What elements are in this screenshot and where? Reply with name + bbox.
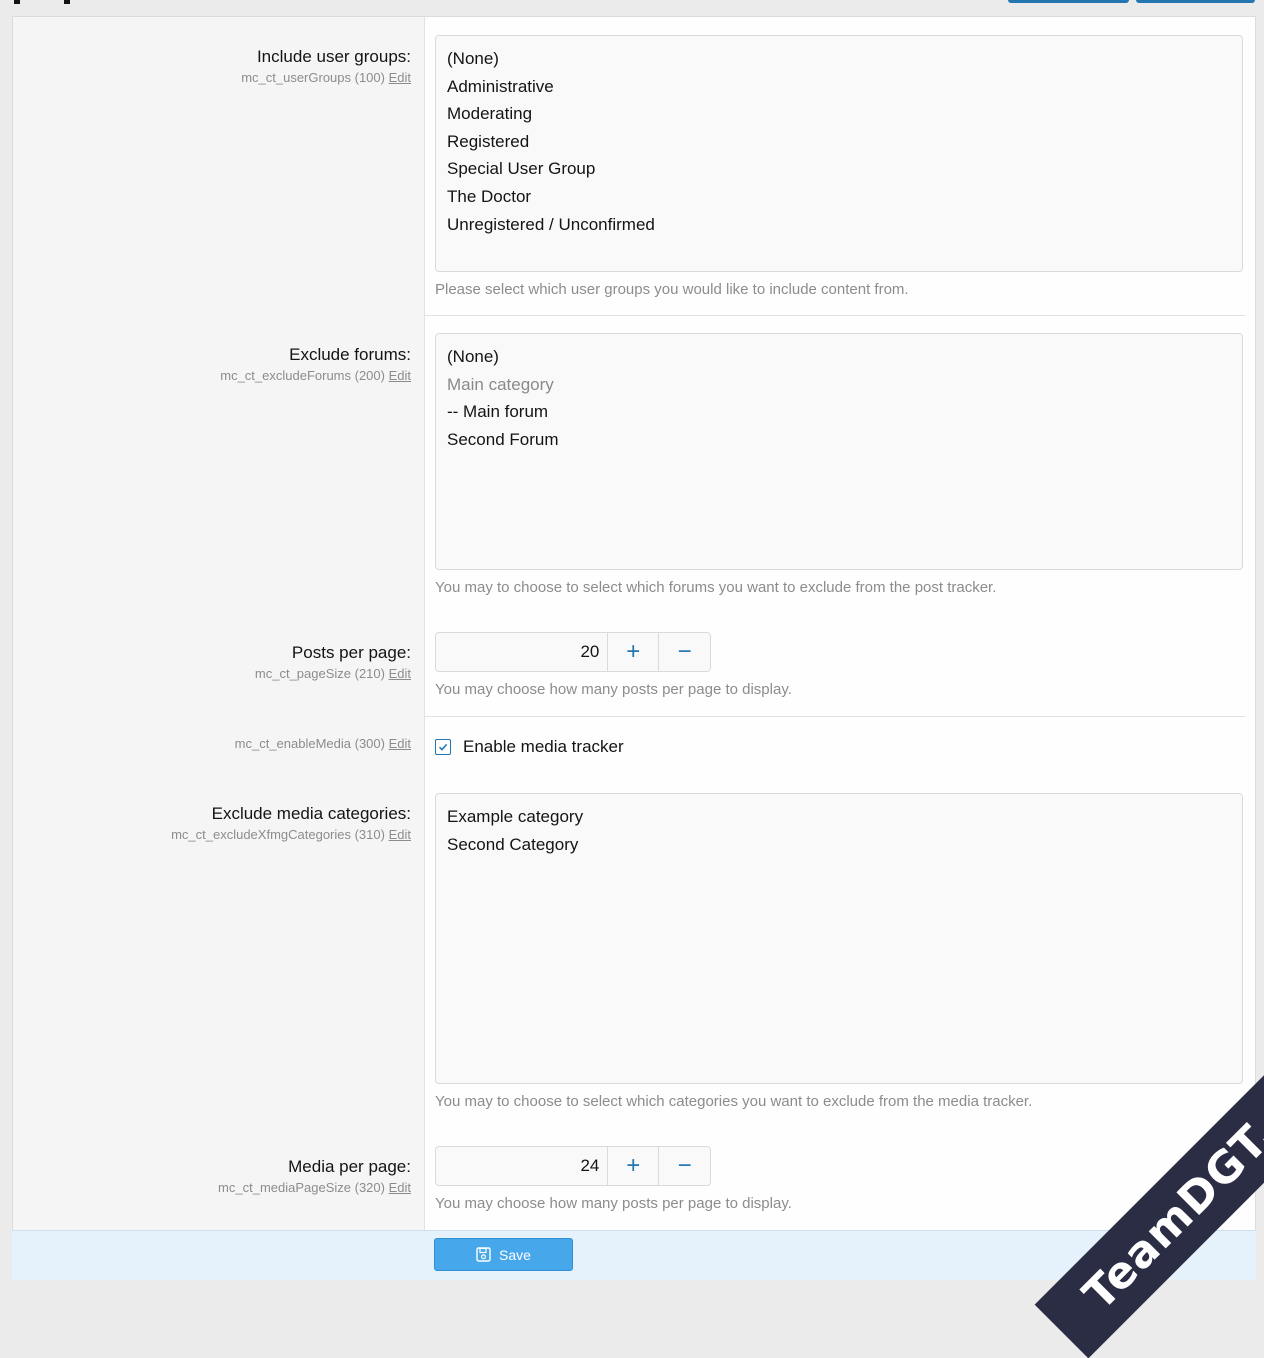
option-key: mc_ct_userGroups (100): [241, 70, 385, 85]
select-option[interactable]: Administrative: [447, 73, 1231, 101]
select-option[interactable]: Special User Group: [447, 155, 1231, 183]
media-per-page-stepper: 24 + −: [435, 1146, 711, 1186]
exclude-forums-select[interactable]: (None) Main category -- Main forum Secon…: [435, 333, 1243, 570]
enable-media-hint: mc_ct_enableMedia (300) Edit: [235, 736, 411, 751]
checkbox-checked-icon[interactable]: [435, 739, 451, 755]
top-button-edge[interactable]: [1008, 0, 1129, 3]
enable-media-label: Enable media tracker: [463, 737, 624, 756]
decrement-button[interactable]: −: [659, 633, 710, 671]
top-button-edge[interactable]: [1136, 0, 1255, 3]
user-groups-hint: mc_ct_userGroups (100) Edit: [241, 70, 411, 85]
select-option[interactable]: Registered: [447, 128, 1231, 156]
exclude-media-categories-explain: You may to choose to select which catego…: [435, 1093, 1033, 1110]
option-key: mc_ct_excludeXfmgCategories (310): [171, 827, 385, 842]
posts-per-page-explain: You may choose how many posts per page t…: [435, 681, 792, 698]
option-key: mc_ct_enableMedia (300): [234, 736, 385, 751]
user-groups-select[interactable]: (None) Administrative Moderating Registe…: [435, 35, 1243, 272]
save-label: Save: [499, 1246, 531, 1263]
exclude-media-categories-select[interactable]: Example category Second Category: [435, 793, 1243, 1084]
edit-link[interactable]: Edit: [389, 666, 411, 681]
top-mark: [14, 0, 20, 4]
select-option[interactable]: The Doctor: [447, 183, 1231, 211]
media-per-page-explain: You may choose how many posts per page t…: [435, 1195, 792, 1212]
top-mark: [64, 0, 70, 4]
option-key: mc_ct_mediaPageSize (320): [218, 1180, 385, 1195]
media-per-page-label: Media per page:: [288, 1157, 411, 1176]
save-button[interactable]: Save: [434, 1238, 573, 1271]
select-option[interactable]: Unregistered / Unconfirmed: [447, 211, 1231, 239]
user-groups-explain: Please select which user groups you woul…: [435, 281, 909, 298]
exclude-media-categories-hint: mc_ct_excludeXfmgCategories (310) Edit: [171, 827, 411, 842]
select-option[interactable]: Second Forum: [447, 426, 1231, 454]
top-strip: [0, 0, 1264, 16]
posts-per-page-stepper: 20 + −: [435, 632, 711, 672]
save-icon: [476, 1247, 491, 1262]
user-groups-label: Include user groups:: [256, 47, 411, 66]
posts-per-page-input[interactable]: 20: [436, 633, 609, 671]
enable-media-row[interactable]: Enable media tracker: [435, 737, 624, 757]
media-per-page-input[interactable]: 24: [436, 1147, 609, 1185]
edit-link[interactable]: Edit: [389, 70, 411, 85]
exclude-forums-explain: You may to choose to select which forums…: [435, 579, 997, 596]
select-option[interactable]: (None): [447, 45, 1231, 73]
select-option[interactable]: Second Category: [447, 831, 1231, 859]
exclude-forums-hint: mc_ct_excludeForums (200) Edit: [220, 368, 411, 383]
edit-link[interactable]: Edit: [389, 1180, 411, 1195]
option-key: mc_ct_excludeForums (200): [220, 368, 385, 383]
select-option[interactable]: (None): [447, 343, 1231, 371]
posts-per-page-hint: mc_ct_pageSize (210) Edit: [255, 666, 411, 681]
label-column: [13, 17, 425, 1231]
exclude-forums-label: Exclude forums:: [289, 345, 411, 364]
select-option-category: Main category: [447, 374, 554, 394]
row-divider: [424, 315, 1246, 316]
select-option[interactable]: Example category: [447, 803, 1231, 831]
select-option[interactable]: -- Main forum: [447, 398, 1231, 426]
increment-button[interactable]: +: [608, 1147, 660, 1185]
row-divider: [424, 716, 1246, 717]
posts-per-page-label: Posts per page:: [291, 643, 411, 662]
increment-button[interactable]: +: [608, 633, 660, 671]
select-option[interactable]: Moderating: [447, 100, 1231, 128]
edit-link[interactable]: Edit: [389, 736, 411, 751]
edit-link[interactable]: Edit: [389, 368, 411, 383]
exclude-media-categories-label: Exclude media categories:: [211, 804, 411, 823]
edit-link[interactable]: Edit: [389, 827, 411, 842]
decrement-button[interactable]: −: [659, 1147, 710, 1185]
option-key: mc_ct_pageSize (210): [254, 666, 385, 681]
media-per-page-hint: mc_ct_mediaPageSize (320) Edit: [218, 1180, 411, 1195]
options-panel: Include user groups: mc_ct_userGroups (1…: [12, 16, 1256, 1280]
